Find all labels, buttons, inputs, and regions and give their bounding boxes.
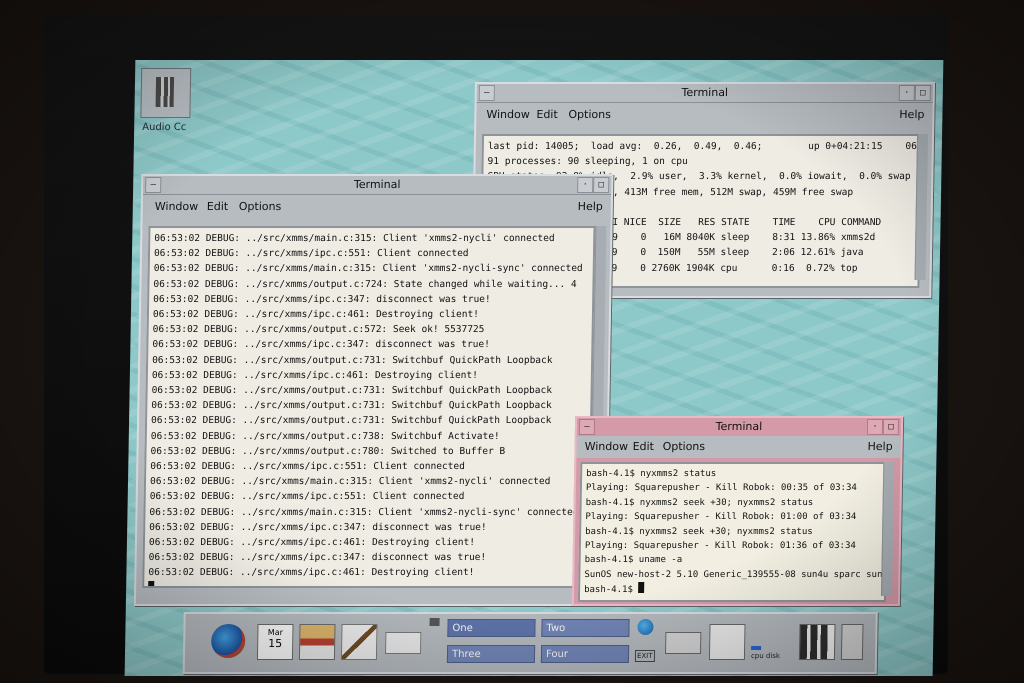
terminal-line: 06:53:02 DEBUG: ../src/xmms/output.c:731…	[151, 400, 552, 412]
terminal-line: Playing: Squarepusher - Kill Robok: 00:3…	[585, 483, 857, 494]
calendar-icon[interactable]: Mar 15	[256, 624, 294, 660]
exit-button[interactable]: EXIT	[634, 650, 655, 662]
window-title: Terminal	[353, 178, 401, 191]
terminal-line: bash-4.1$ nyxmms2 seek +30; nyxmms2 stat…	[585, 497, 814, 508]
file-manager-icon[interactable]	[298, 624, 336, 660]
terminal-line: bash-4.1$ uname -a	[584, 555, 683, 566]
calendar-month: Mar	[267, 628, 284, 637]
mailer-icon[interactable]	[385, 632, 422, 654]
cpu-disk-label: cpu disk	[750, 652, 781, 660]
vertical-scrollbar[interactable]	[914, 134, 929, 280]
terminal-line: 06:53:02 DEBUG: ../src/xmms/ipc.c:347: d…	[153, 293, 491, 305]
terminal-line: 06:53:02 DEBUG: ../src/xmms/output.c:731…	[150, 415, 552, 427]
terminal-output[interactable]: 06:53:02 DEBUG: ../src/xmms/main.c:315: …	[142, 226, 596, 588]
terminal-window-log[interactable]: — Terminal · □ Window Edit Options Help …	[133, 174, 614, 606]
text-editor-icon[interactable]	[340, 624, 378, 660]
terminal-line: 06:53:02 DEBUG: ../src/xmms/main.c:315: …	[154, 233, 555, 244]
audio-control-label: Audio Cc	[142, 122, 187, 133]
maximize-button[interactable]: □	[914, 85, 931, 101]
trash-icon[interactable]	[840, 624, 864, 660]
workspace-three[interactable]: Three	[446, 645, 536, 663]
monitor-bezel: Audio Cc — Terminal · □ Window Edit Opti…	[44, 14, 948, 676]
terminal-line: 91 processes: 90 sleeping, 1 on cpu	[487, 156, 688, 168]
terminal-line: 06:53:02 DEBUG: ../src/xmms/ipc.c:551: C…	[150, 461, 465, 473]
terminal-line: 06:53:02 DEBUG: ../src/xmms/output.c:731…	[151, 385, 553, 397]
lock-icon[interactable]	[429, 618, 440, 626]
terminal-line: Playing: Squarepusher - Kill Robok: 01:0…	[585, 512, 857, 523]
front-panel: Mar 15 One Two Three Four EXIT cpu disk	[182, 612, 878, 674]
window-title: Terminal	[681, 86, 729, 99]
menu-help[interactable]: Help	[867, 440, 892, 453]
terminal-line: 06:53:02 DEBUG: ../src/xmms/ipc.c:347: d…	[152, 339, 490, 351]
terminal-line: 06:53:02 DEBUG: ../src/xmms/ipc.c:461: D…	[148, 567, 475, 579]
speaker-icon	[155, 77, 175, 107]
menu-options[interactable]: Options	[239, 200, 282, 213]
prompt-line: bash-4.1$	[584, 582, 880, 597]
prompt-line	[148, 580, 583, 588]
style-manager-icon[interactable]	[708, 624, 746, 660]
terminal-line: 06:53:02 DEBUG: ../src/xmms/output.c:731…	[152, 354, 553, 366]
terminal-line: 06:53:02 DEBUG: ../src/xmms/ipc.c:461: D…	[148, 537, 476, 549]
workspace-four[interactable]: Four	[540, 645, 630, 663]
printer-icon[interactable]	[665, 632, 702, 654]
menu-window[interactable]: Window	[155, 200, 199, 213]
text-cursor	[148, 580, 155, 588]
menu-help[interactable]: Help	[578, 200, 603, 213]
maximize-button[interactable]: □	[593, 177, 610, 193]
terminal-line: 06:53:02 DEBUG: ../src/xmms/output.c:572…	[152, 324, 485, 336]
title-bar[interactable]: — Terminal · □	[143, 176, 612, 195]
menu-bar: Window Edit Options Help	[476, 104, 932, 126]
menu-edit[interactable]: Edit	[207, 200, 229, 213]
terminal-line: 06:53:02 DEBUG: ../src/xmms/ipc.c:347: d…	[148, 552, 487, 564]
terminal-line: 06:53:02 DEBUG: ../src/xmms/main.c:315: …	[149, 476, 551, 488]
globe-small-icon[interactable]	[637, 619, 654, 635]
globe-icon[interactable]	[210, 624, 246, 658]
workspace-one[interactable]: One	[447, 619, 536, 637]
vertical-scrollbar[interactable]	[881, 462, 895, 596]
terminal-line: 06:53:02 DEBUG: ../src/xmms/output.c:780…	[150, 445, 506, 457]
text-cursor	[638, 582, 645, 594]
terminal-line: last pid: 14005; load avg: 0.26, 0.49, 0…	[487, 141, 923, 152]
cpu-meter	[751, 646, 762, 650]
calendar-day: 15	[268, 637, 283, 650]
terminal-line: bash-4.1$ nyxmms2 seek +30; nyxmms2 stat…	[585, 526, 813, 537]
terminal-window-bash[interactable]: — Terminal · □ Window Edit Options Help …	[571, 416, 904, 606]
workspace-two[interactable]: Two	[541, 619, 630, 637]
menu-window[interactable]: Window	[585, 440, 629, 453]
terminal-output[interactable]: bash-4.1$ nyxmms2 status Playing: Squarep…	[577, 462, 889, 602]
terminal-line: 06:53:02 DEBUG: ../src/xmms/ipc.c:461: D…	[152, 309, 480, 321]
terminal-line: bash-4.1$ nyxmms2 status	[586, 469, 717, 479]
maximize-button[interactable]: □	[882, 419, 900, 435]
minimize-button[interactable]: ·	[577, 177, 594, 193]
menu-options[interactable]: Options	[663, 440, 706, 453]
menu-window[interactable]: Window	[486, 108, 530, 121]
desktop-screen: Audio Cc — Terminal · □ Window Edit Opti…	[124, 60, 944, 676]
menu-options[interactable]: Options	[568, 108, 611, 121]
menu-help[interactable]: Help	[899, 108, 924, 121]
title-bar[interactable]: — Terminal · □	[476, 84, 933, 103]
menu-bar: Window Edit Options Help	[143, 196, 611, 218]
minimize-button[interactable]: ·	[898, 85, 915, 101]
minimize-button[interactable]: ·	[866, 419, 884, 435]
terminal-line: 06:53:02 DEBUG: ../src/xmms/ipc.c:347: d…	[149, 521, 487, 533]
terminal-line: 06:53:02 DEBUG: ../src/xmms/main.c:315: …	[153, 263, 583, 275]
terminal-line: 06:53:02 DEBUG: ../src/xmms/ipc.c:551: C…	[153, 248, 469, 260]
app-manager-icon[interactable]	[798, 624, 836, 660]
menu-edit[interactable]: Edit	[536, 108, 558, 121]
terminal-line: 06:53:02 DEBUG: ../src/xmms/ipc.c:461: D…	[151, 369, 478, 381]
terminal-line: 06:53:02 DEBUG: ../src/xmms/output.c:724…	[153, 278, 577, 290]
terminal-line: 06:53:02 DEBUG: ../src/xmms/ipc.c:551: C…	[149, 491, 465, 503]
terminal-line: 06:53:02 DEBUG: ../src/xmms/output.c:738…	[150, 430, 500, 442]
menu-edit[interactable]: Edit	[633, 440, 655, 453]
audio-control-icon[interactable]	[140, 68, 192, 118]
terminal-line: 06:53:02 DEBUG: ../src/xmms/main.c:315: …	[149, 506, 579, 518]
title-bar[interactable]: — Terminal · □	[576, 418, 902, 437]
window-title: Terminal	[715, 420, 763, 433]
terminal-line: Playing: Squarepusher - Kill Robok: 01:3…	[584, 541, 856, 552]
terminal-line: SunOS new-host-2 5.10 Generic_139555-08 …	[584, 569, 889, 580]
menu-bar: Window Edit Options Help	[576, 436, 901, 458]
prompt: bash-4.1$	[584, 585, 639, 596]
